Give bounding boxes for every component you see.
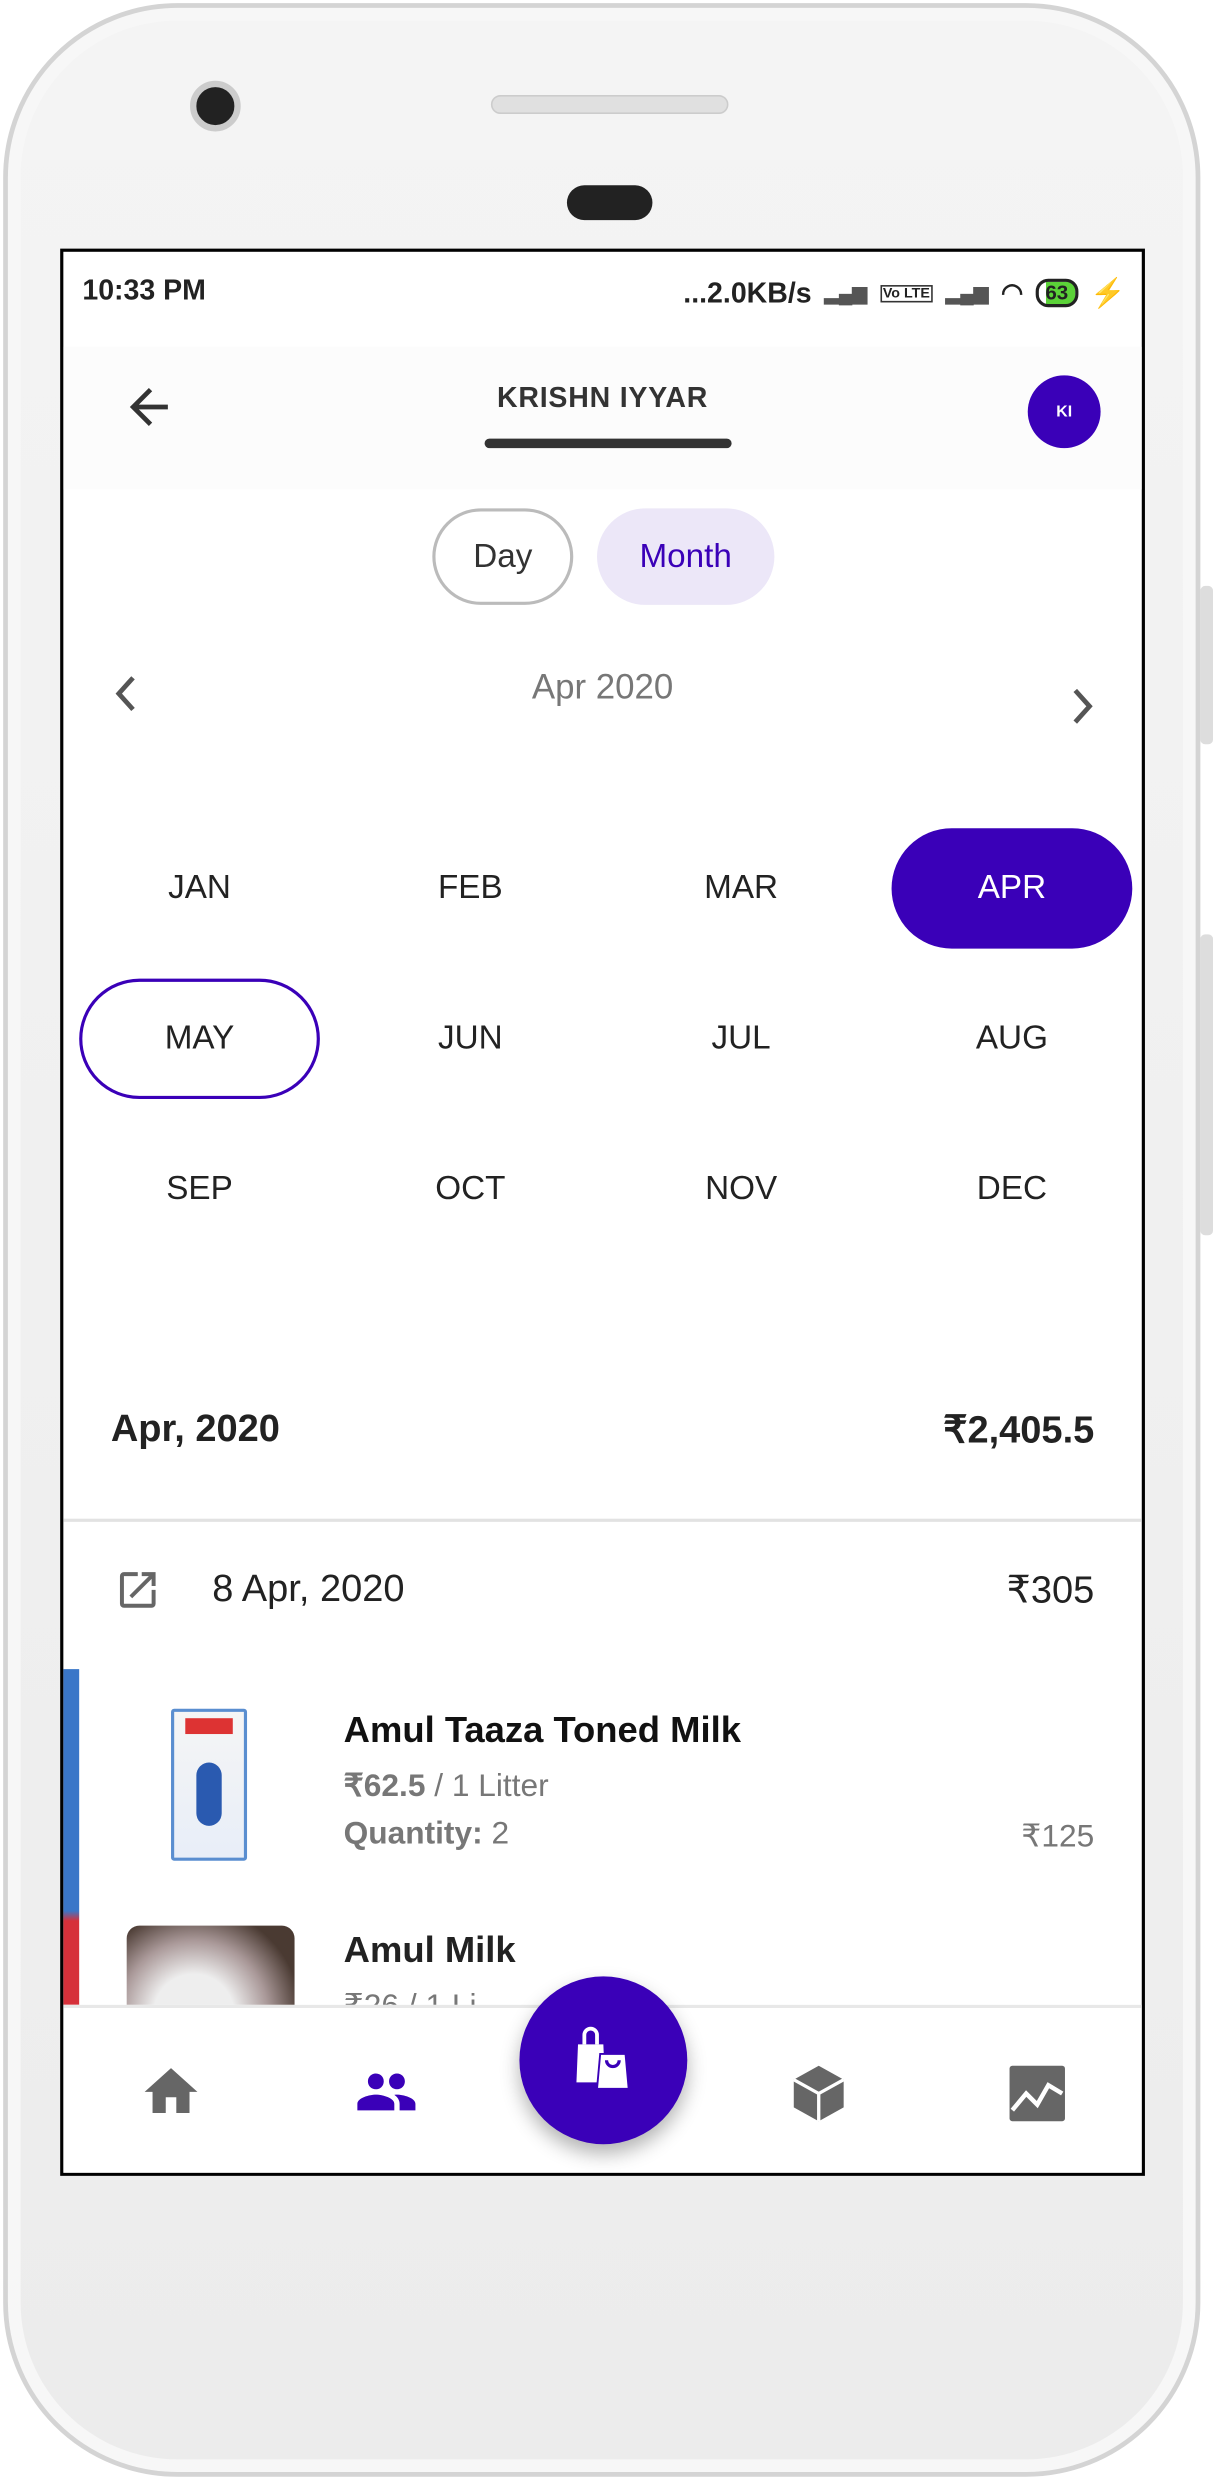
unit-label: / 1 Litter xyxy=(425,1768,549,1804)
quantity-label: Quantity: xyxy=(343,1816,483,1852)
product-total: ₹125 xyxy=(1021,1819,1095,1855)
product-name: Amul Taaza Toned Milk xyxy=(343,1708,741,1750)
chevron-right-icon[interactable] xyxy=(1063,683,1101,743)
status-bar: 10:33 PM ...2.0KB/s ▂▄▆ Vo LTE ▂▄▆ ◠ 63 … xyxy=(82,274,1126,312)
view-toggle: Day Month xyxy=(432,508,775,605)
product-quantity: Quantity: 2 xyxy=(344,1816,509,1852)
front-camera xyxy=(190,80,241,132)
shopping-bags-icon xyxy=(565,2018,641,2102)
product-name: Amul Milk xyxy=(343,1928,516,1970)
month-jun[interactable]: JUN xyxy=(350,979,591,1099)
month-summary: Apr, 2020 ₹2,405.5 xyxy=(111,1408,1094,1454)
summary-total: ₹2,405.5 xyxy=(943,1409,1095,1453)
volume-button xyxy=(1200,585,1213,745)
analytics-icon[interactable] xyxy=(1004,2060,1067,2123)
customer-name: KRISHN IYYAR xyxy=(496,381,709,414)
period-navigation: Apr 2020 xyxy=(63,660,1141,739)
unit-price: ₹62.5 xyxy=(343,1768,426,1804)
status-time: 10:33 PM xyxy=(82,273,206,306)
month-nov[interactable]: NOV xyxy=(621,1129,862,1249)
month-jan[interactable]: JAN xyxy=(79,828,320,948)
app-header: KRISHN IYYAR KI xyxy=(63,346,1142,490)
divider xyxy=(63,1518,1142,1522)
month-apr[interactable]: APR xyxy=(891,828,1133,949)
month-oct[interactable]: OCT xyxy=(350,1129,591,1249)
box-icon[interactable] xyxy=(785,2060,848,2123)
month-may[interactable]: MAY xyxy=(79,978,320,1100)
signal-icon: ▂▄▆ xyxy=(945,281,989,305)
charging-icon: ⚡ xyxy=(1090,276,1126,309)
wifi-icon: ◠ xyxy=(1001,280,1024,308)
day-entry[interactable]: 8 Apr, 2020 ₹305 xyxy=(114,1566,1094,1614)
period-label: Apr 2020 xyxy=(531,666,674,707)
quantity-value: 2 xyxy=(482,1816,510,1852)
signal-icon: ▂▄▆ xyxy=(824,281,868,305)
customers-icon[interactable] xyxy=(352,2060,416,2123)
product-image xyxy=(171,1708,248,1861)
speaker xyxy=(490,95,729,115)
summary-label: Apr, 2020 xyxy=(110,1407,280,1451)
app-screen: 10:33 PM ...2.0KB/s ▂▄▆ Vo LTE ▂▄▆ ◠ 63 … xyxy=(60,248,1145,2176)
month-mar[interactable]: MAR xyxy=(621,828,862,948)
power-button xyxy=(1200,934,1213,1236)
home-icon[interactable] xyxy=(139,2060,202,2123)
month-toggle-button[interactable]: Month xyxy=(597,508,775,605)
day-date: 8 Apr, 2020 xyxy=(212,1567,405,1611)
avatar[interactable]: KI xyxy=(1027,375,1101,449)
product-price: ₹62.5 / 1 Litter xyxy=(344,1766,549,1806)
sensor xyxy=(566,185,653,221)
month-grid: JAN FEB MAR APR MAY JUN JUL AUG SEP OCT … xyxy=(79,828,1133,1249)
battery-icon: 63 xyxy=(1035,278,1078,308)
month-feb[interactable]: FEB xyxy=(350,828,591,948)
month-aug[interactable]: AUG xyxy=(892,979,1133,1099)
title-underline xyxy=(484,438,732,449)
shopping-bags-button[interactable] xyxy=(519,1976,688,2145)
volte-icon: Vo LTE xyxy=(879,284,934,302)
network-speed: ...2.0KB/s xyxy=(683,276,812,309)
month-dec[interactable]: DEC xyxy=(892,1129,1133,1249)
month-sep[interactable]: SEP xyxy=(79,1129,320,1249)
day-toggle-button[interactable]: Day xyxy=(432,508,574,605)
open-external-icon[interactable] xyxy=(114,1566,162,1614)
day-amount: ₹305 xyxy=(1006,1568,1095,1612)
ad-strip xyxy=(63,1669,80,2005)
month-jul[interactable]: JUL xyxy=(621,979,862,1099)
